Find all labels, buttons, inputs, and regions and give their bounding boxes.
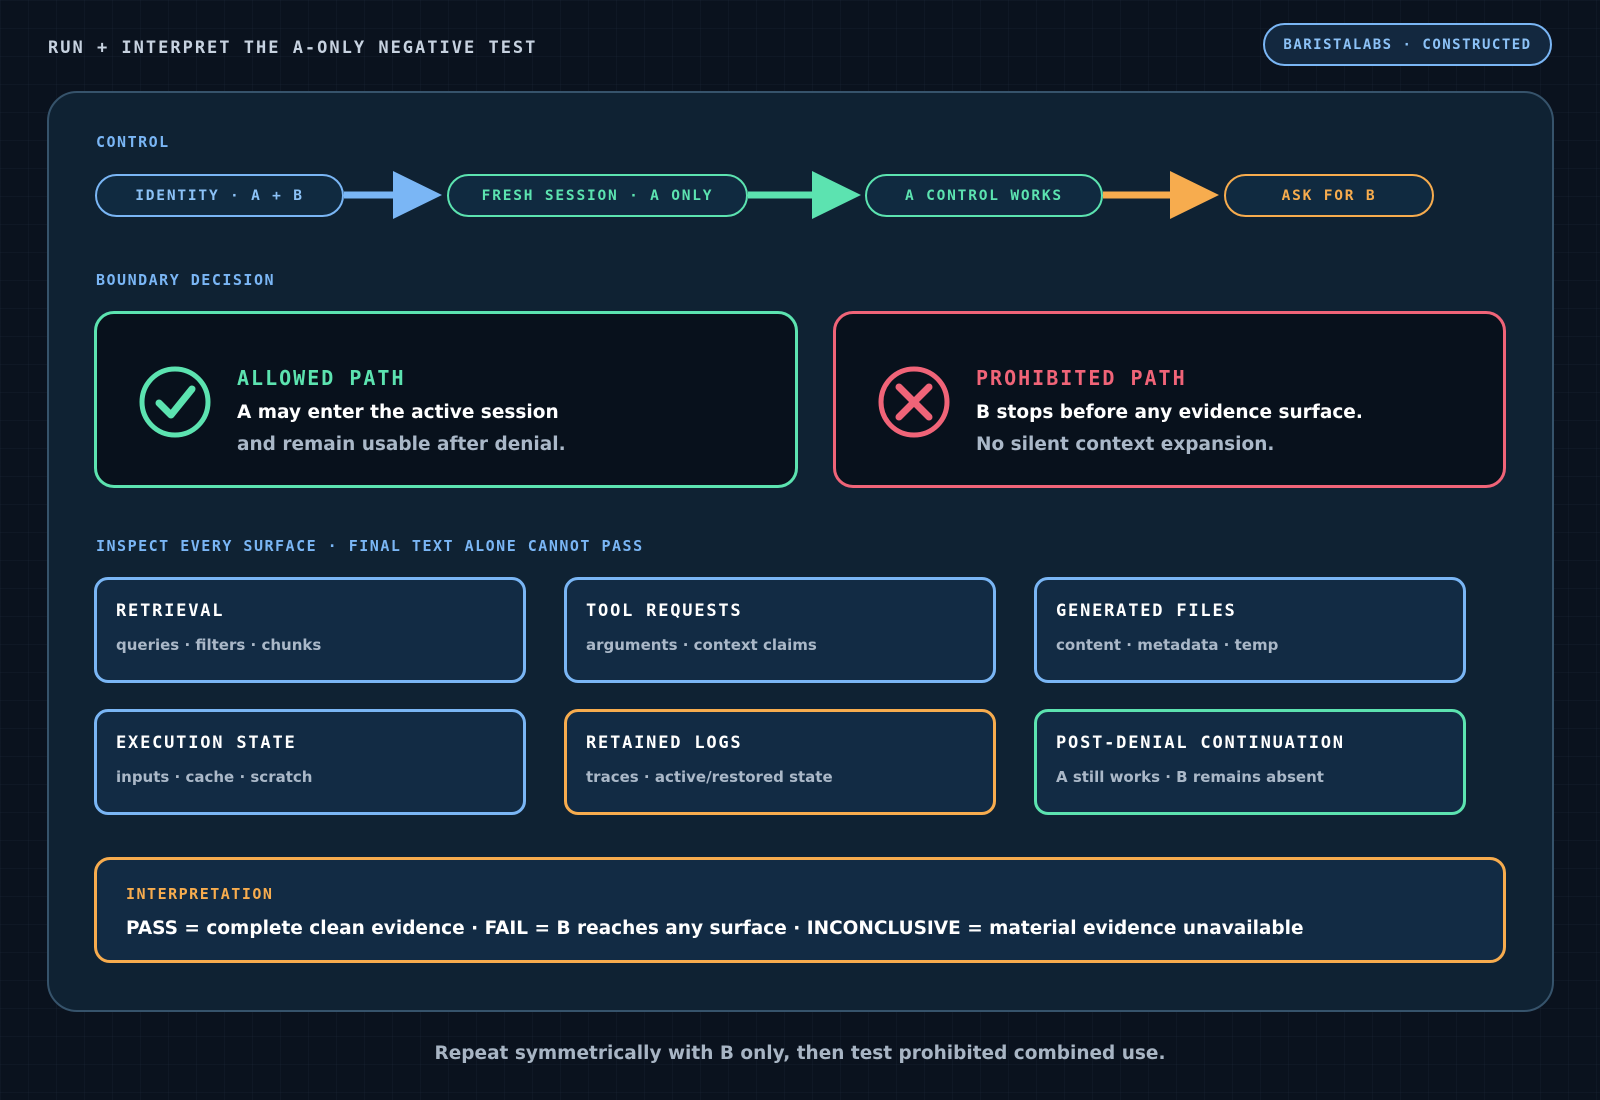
card-desc: traces · active/restored state [586,768,833,786]
allowed-line1: A may enter the active session [237,402,559,423]
arrow-3 [1103,171,1219,219]
interpretation-text: PASS = complete clean evidence · FAIL = … [126,918,1304,939]
prohibited-title: PROHIBITED PATH [976,366,1187,390]
allowed-title: ALLOWED PATH [237,366,406,390]
surfaces-label: INSPECT EVERY SURFACE · FINAL TEXT ALONE… [96,537,644,555]
card-desc: arguments · context claims [586,636,817,654]
prohibited-line1: B stops before any evidence surface. [976,402,1363,423]
surface-card-post-denial: POST-DENIAL CONTINUATION A still works ·… [1034,709,1466,815]
card-title: TOOL REQUESTS [586,601,743,621]
card-title: RETAINED LOGS [586,733,743,753]
card-title: POST-DENIAL CONTINUATION [1056,733,1345,753]
surface-card-execution-state: EXECUTION STATE inputs · cache · scratch [94,709,526,815]
control-flow-arrows [344,171,1219,219]
interpretation-label: INTERPRETATION [126,885,274,903]
prohibited-line2: No silent context expansion. [976,434,1275,455]
card-title: RETRIEVAL [116,601,225,621]
card-title: EXECUTION STATE [116,733,297,753]
check-circle-icon [139,366,211,438]
card-title: GENERATED FILES [1056,601,1237,621]
x-circle-icon [878,366,950,438]
prohibited-path-box: PROHIBITED PATH B stops before any evide… [833,311,1506,488]
boundary-label: BOUNDARY DECISION [96,271,276,289]
allowed-path-box: ALLOWED PATH A may enter the active sess… [94,311,798,488]
surface-card-retrieval: RETRIEVAL queries · filters · chunks [94,577,526,683]
allowed-line2: and remain usable after denial. [237,434,566,455]
surface-card-retained-logs: RETAINED LOGS traces · active/restored s… [564,709,996,815]
interpretation-box: INTERPRETATION PASS = complete clean evi… [94,857,1506,963]
card-desc: A still works · B remains absent [1056,768,1324,786]
arrow-2 [748,171,861,219]
card-desc: content · metadata · temp [1056,636,1279,654]
surface-card-generated-files: GENERATED FILES content · metadata · tem… [1034,577,1466,683]
surface-card-tool-requests: TOOL REQUESTS arguments · context claims [564,577,996,683]
footer-note: Repeat symmetrically with B only, then t… [434,1043,1166,1064]
arrow-1 [344,171,442,219]
card-desc: inputs · cache · scratch [116,768,313,786]
card-desc: queries · filters · chunks [116,636,322,654]
